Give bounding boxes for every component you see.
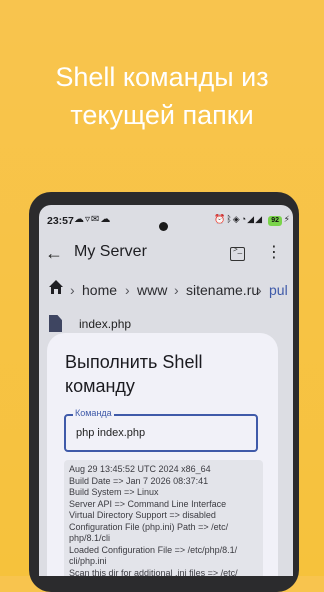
cellular-icon: ◢	[247, 214, 256, 224]
breadcrumb-item-www[interactable]: www	[137, 282, 167, 298]
status-right-icons: ⏰ᛒ◈◔◢◢	[214, 214, 263, 225]
command-output: Aug 29 13:45:52 UTC 2024 x86_64 Build Da…	[64, 460, 263, 576]
status-bar: 23:57 ☁▿✉☁ ⏰ᛒ◈◔◢◢ 92 ⚡	[39, 205, 293, 233]
file-icon	[49, 315, 62, 332]
dialog-title-line-1: Выполнить Shell	[65, 352, 203, 372]
status-time: 23:57	[47, 215, 74, 227]
chevron-right-icon: ›	[174, 282, 179, 298]
promo-line-1: Shell команды из	[55, 62, 269, 92]
status-left-icons: ☁▿✉☁	[74, 214, 111, 225]
charging-icon: ⚡	[283, 214, 290, 224]
nfc-icon: ◈	[232, 214, 241, 224]
camera-hole	[159, 222, 168, 231]
cloud-icon: ☁	[74, 214, 85, 225]
promo-heading: Shell команды из текущей папки	[0, 58, 324, 134]
command-field-label: Команда	[73, 408, 114, 418]
command-field-value[interactable]: php index.php	[76, 427, 145, 439]
battery-indicator: 92	[268, 216, 282, 226]
cloud-icon: ☁	[100, 214, 112, 225]
breadcrumb: › home › www › sitename.ru › pul	[39, 278, 293, 304]
chevron-right-icon: ›	[257, 282, 262, 298]
command-field[interactable]: Команда php index.php	[64, 408, 258, 452]
chevron-right-icon: ›	[70, 282, 75, 298]
breadcrumb-item-current[interactable]: pul	[269, 282, 288, 298]
shell-command-dialog: Выполнить Shell команду Команда php inde…	[47, 333, 278, 576]
output-line: Aug 29 13:45:52 UTC 2024 x86_64	[69, 464, 211, 474]
terminal-icon[interactable]: >_	[230, 245, 245, 261]
cellular-icon: ◢	[255, 214, 263, 224]
phone-screen: 23:57 ☁▿✉☁ ⏰ᛒ◈◔◢◢ 92 ⚡ ← My Server >_ ⋮ …	[39, 205, 293, 576]
output-line: Virtual Directory Support => disabled	[69, 510, 216, 520]
app-bar: ← My Server >_ ⋮	[39, 236, 293, 272]
dialog-title: Выполнить Shell команду	[65, 350, 202, 398]
back-arrow-icon[interactable]: ←	[45, 242, 63, 264]
output-line: Build Date => Jan 7 2026 08:37:41	[69, 475, 209, 486]
output-line: Loaded Configuration File => /etc/php/8.…	[69, 544, 238, 555]
file-name: index.php	[79, 317, 132, 331]
page-title: My Server	[74, 243, 147, 260]
breadcrumb-item-sitename[interactable]: sitename.ru	[186, 282, 259, 298]
output-line: Scan this dir for additional .ini files …	[69, 567, 238, 577]
promo-line-2: текущей папки	[70, 100, 254, 130]
chevron-right-icon: ›	[125, 282, 130, 298]
output-line: cli/php.ini	[69, 556, 107, 566]
output-line: Build System => Linux	[69, 487, 159, 497]
signal-icon: ✉	[91, 214, 101, 225]
home-icon[interactable]	[48, 279, 64, 298]
output-line: Configuration File (php.ini) Path => /et…	[69, 521, 229, 532]
output-line: Server API => Command Line Interface	[69, 498, 227, 509]
output-line: php/8.1/cli	[69, 533, 111, 543]
breadcrumb-item-home[interactable]: home	[82, 282, 117, 298]
more-menu-icon[interactable]: ⋮	[266, 242, 282, 262]
dialog-title-line-2: команду	[65, 376, 135, 396]
alarm-icon: ⏰	[214, 214, 227, 224]
